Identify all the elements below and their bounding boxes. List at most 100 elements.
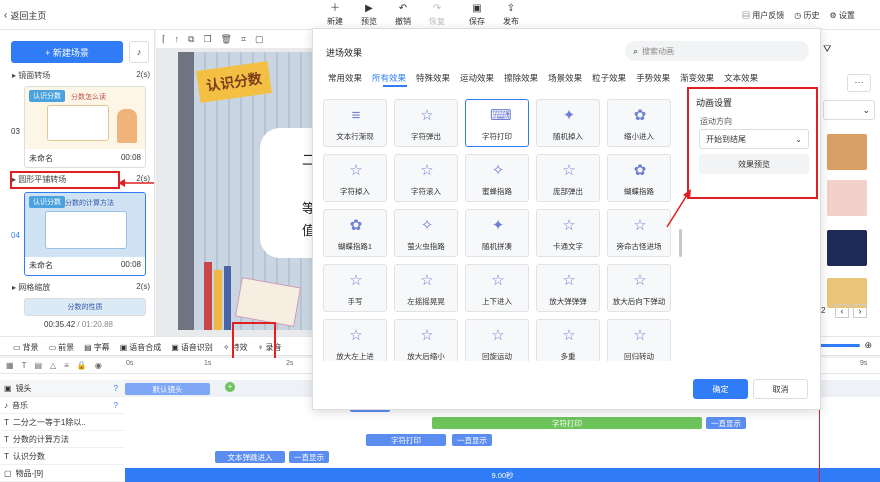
add-keyframe-icon[interactable]: +: [225, 382, 235, 392]
tab-text[interactable]: 文本效果: [719, 72, 763, 84]
asset-thumbnail[interactable]: [827, 180, 867, 216]
ok-button[interactable]: 确定: [693, 379, 748, 399]
scene-card[interactable]: 认识分数 分数怎么读 未命名 00:08: [24, 86, 146, 168]
tab-common[interactable]: 常用效果: [323, 72, 367, 84]
effect-item[interactable]: ✧ 萤火虫指路: [394, 209, 458, 257]
lock-icon[interactable]: 🔒: [77, 361, 87, 370]
background-tool[interactable]: ▭ 背景: [8, 337, 44, 357]
effect-item[interactable]: ☆ 字符掉入: [323, 154, 387, 202]
effect-item[interactable]: ☆ 放大左上进: [323, 319, 387, 361]
effect-item[interactable]: ✿ 蝴蝶指路1: [323, 209, 387, 257]
list-icon[interactable]: ≡: [64, 361, 69, 370]
cancel-button[interactable]: 取消: [753, 379, 808, 399]
redo-button[interactable]: ↷ 恢复: [420, 0, 454, 30]
next-page-icon[interactable]: ›: [853, 304, 867, 318]
effect-item[interactable]: ☆ 回归转动: [607, 319, 671, 361]
search-input[interactable]: ⌕ 搜索动画: [625, 41, 809, 61]
tab-special[interactable]: 特殊效果: [411, 72, 455, 84]
asr-tool[interactable]: ▣ 语音识别: [166, 337, 218, 357]
track-music[interactable]: ♪ 音乐?: [0, 397, 124, 414]
timeline-clip[interactable]: 文本弹跳进入: [215, 451, 285, 463]
timeline-clip[interactable]: 字符打印: [366, 434, 446, 446]
arrow-up-icon[interactable]: ↑: [175, 34, 180, 44]
help-icon[interactable]: ?: [114, 384, 118, 393]
canvas-preview[interactable]: 认识分数 二 等 值: [178, 52, 312, 330]
layer-icon[interactable]: ⧉: [188, 34, 194, 45]
timeline-clip[interactable]: 默认镜头: [125, 383, 210, 395]
align-top-icon[interactable]: ⌈: [162, 34, 166, 45]
save-button[interactable]: ▣ 保存: [460, 0, 494, 30]
copy-icon[interactable]: ❐: [203, 34, 211, 45]
track-text[interactable]: T 分数的计算方法: [0, 431, 124, 448]
text-icon[interactable]: T: [22, 361, 27, 370]
transition-item[interactable]: ▸ 镜面转场 2(s): [12, 70, 150, 81]
music-note-button[interactable]: ♪: [129, 41, 149, 63]
prev-page-icon[interactable]: ‹: [835, 304, 849, 318]
scrollbar[interactable]: [679, 229, 682, 257]
effect-item[interactable]: ✦ 随机掉入: [536, 99, 600, 147]
timeline-clip[interactable]: 一直显示: [706, 417, 746, 429]
trash-icon[interactable]: 🗑: [221, 34, 232, 45]
effect-item[interactable]: ✿ 缩小进入: [607, 99, 671, 147]
dropdown-chevron-icon[interactable]: ⌄: [823, 100, 875, 120]
effect-item[interactable]: ☆ 回旋运动: [465, 319, 529, 361]
subtitle-tool[interactable]: ▤ 字幕: [79, 337, 115, 357]
effect-item[interactable]: ☆ 卡通文字: [536, 209, 600, 257]
asset-thumbnail[interactable]: [827, 134, 867, 170]
tab-wipe[interactable]: 擦除效果: [499, 72, 543, 84]
effect-item[interactable]: ✦ 随机拼凑: [465, 209, 529, 257]
undo-button[interactable]: ↶ 撤销: [386, 0, 420, 30]
timeline-clip[interactable]: 一直显示: [452, 434, 492, 446]
tab-gesture[interactable]: 手势效果: [631, 72, 675, 84]
history-button[interactable]: ◷ 历史: [794, 10, 819, 21]
effect-item[interactable]: ≡ 文本行渐现: [323, 99, 387, 147]
image-icon[interactable]: ▤: [34, 361, 42, 370]
effect-item[interactable]: ✧ 蜜蜂指路: [465, 154, 529, 202]
tab-all[interactable]: 所有效果: [367, 72, 411, 84]
back-button[interactable]: ‹ 返回主页: [4, 9, 46, 22]
timeline-clip[interactable]: 字符打印: [432, 417, 702, 429]
preview-button[interactable]: ▶ 预览: [352, 0, 386, 30]
tab-gradient[interactable]: 渐变效果: [675, 72, 719, 84]
track-object[interactable]: ▢ 物品-[9]: [0, 465, 124, 482]
effect-item[interactable]: ☆ 手写: [323, 264, 387, 312]
effect-item[interactable]: ☆ 字符弹出: [394, 99, 458, 147]
timeline-clip[interactable]: 9.00秒: [125, 468, 880, 482]
track-text[interactable]: T 二分之一等于1除以..: [0, 414, 124, 431]
transition-item[interactable]: ▸ 网格缩放 2(s): [12, 282, 150, 293]
effect-item[interactable]: ☆ 放大后向下弹动: [607, 264, 671, 312]
effect-preview-button[interactable]: 效果预览: [699, 154, 809, 174]
track-camera[interactable]: ▣ 镜头?: [0, 380, 124, 397]
publish-button[interactable]: ⇪ 发布: [494, 0, 528, 30]
effect-item[interactable]: ☆ 放大后缩小: [394, 319, 458, 361]
grid-icon[interactable]: ▦: [6, 361, 14, 370]
track-text[interactable]: T 认识分数: [0, 448, 124, 465]
filter-icon[interactable]: ⛛: [823, 44, 839, 58]
effect-item[interactable]: ☆ 字符滚入: [394, 154, 458, 202]
tts-tool[interactable]: ▣ 语音合成: [115, 337, 167, 357]
effect-item[interactable]: ☆ 放大弹弹弹: [536, 264, 600, 312]
scene-card-selected[interactable]: 认识分数 分数的计算方法 未命名 00:08: [24, 192, 146, 276]
settings-button[interactable]: ⚙ 设置: [829, 10, 854, 21]
timeline-clip[interactable]: 一直显示: [289, 451, 329, 463]
scene-card[interactable]: 分数的性质: [24, 298, 146, 316]
effect-item[interactable]: ☆ 多重: [536, 319, 600, 361]
help-icon[interactable]: ?: [114, 401, 118, 410]
more-icon[interactable]: ▢: [255, 34, 264, 45]
new-button[interactable]: ＋新建: [318, 0, 352, 30]
foreground-tool[interactable]: ▭ 前景: [44, 337, 80, 357]
zoom-in-icon[interactable]: ⊕: [864, 340, 872, 351]
asset-thumbnail[interactable]: [827, 230, 867, 266]
effect-item[interactable]: ☆ 旁命古怪进场: [607, 209, 671, 257]
feedback-button[interactable]: ▤ 用户反馈: [742, 10, 784, 21]
effect-item[interactable]: ✿ 蝴蝶指路: [607, 154, 671, 202]
tab-particle[interactable]: 粒子效果: [587, 72, 631, 84]
tab-scene[interactable]: 场景效果: [543, 72, 587, 84]
tab-motion[interactable]: 运动效果: [455, 72, 499, 84]
eye-icon[interactable]: ◉: [95, 361, 102, 370]
crop-icon[interactable]: ⌗: [241, 34, 246, 45]
direction-select[interactable]: 开始到结尾 ⌄: [699, 129, 809, 149]
more-options-icon[interactable]: ···: [847, 74, 871, 92]
new-scene-button[interactable]: + 新建场景: [11, 41, 123, 63]
effect-item[interactable]: ☆ 左摇摇晃晃: [394, 264, 458, 312]
